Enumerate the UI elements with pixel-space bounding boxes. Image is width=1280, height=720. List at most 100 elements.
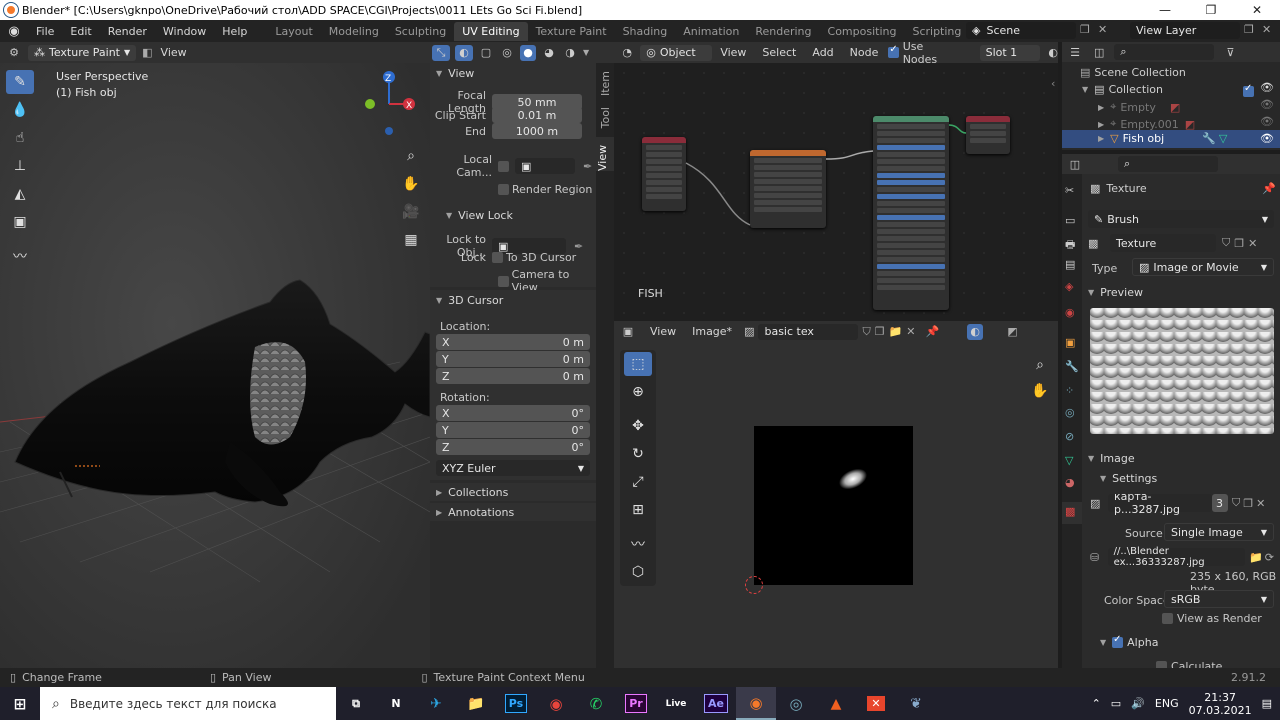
- chevron-down-icon[interactable]: ▼: [583, 48, 589, 57]
- close-icon[interactable]: ✕: [1234, 0, 1280, 20]
- scene-tab-icon[interactable]: ◈: [1065, 280, 1073, 293]
- outliner-item-empty-001[interactable]: ▶ ⌖ Empty.001 ◩: [1098, 117, 1195, 131]
- mode-selector[interactable]: ⁂ Texture Paint ▼: [28, 44, 137, 61]
- camera-view-icon[interactable]: 🎥: [400, 198, 422, 226]
- overlay-toggle-icon[interactable]: ◐: [455, 44, 473, 61]
- menu-window[interactable]: Window: [155, 25, 214, 38]
- tab-scripting[interactable]: Scripting: [904, 22, 969, 41]
- tab-texture-paint[interactable]: Texture Paint: [528, 22, 615, 41]
- delete-scene-icon[interactable]: ✕: [1098, 23, 1107, 36]
- tab-modeling[interactable]: Modeling: [321, 22, 387, 41]
- texture-type-dropdown[interactable]: ▨ Image or Movie ▼: [1132, 258, 1274, 276]
- fake-user-icon[interactable]: ⛉: [1222, 236, 1230, 250]
- collections-panel-header[interactable]: ▶ Collections: [430, 483, 596, 501]
- fake-user-icon[interactable]: ⛉: [862, 325, 870, 339]
- select-tool[interactable]: ⬚: [624, 352, 652, 376]
- telegram-icon[interactable]: ✈: [416, 687, 456, 720]
- material-tab-icon[interactable]: ◕: [1065, 476, 1075, 489]
- tab-item[interactable]: Item: [599, 71, 612, 96]
- menu-file[interactable]: File: [28, 25, 62, 38]
- pan-hand-icon[interactable]: ✋: [400, 170, 422, 198]
- sidebar-toggle-icon[interactable]: ‹: [1051, 77, 1055, 90]
- filter-icon[interactable]: ⊽: [1226, 46, 1234, 59]
- windows-start-icon[interactable]: ⊞: [0, 687, 40, 720]
- new-scene-icon[interactable]: ❐: [1080, 23, 1090, 36]
- app-leaf-icon[interactable]: ❦: [896, 687, 936, 720]
- view-layer-tab-icon[interactable]: ▤: [1065, 258, 1075, 271]
- texture-tab-icon[interactable]: ▩: [1062, 502, 1082, 524]
- file-explorer-icon[interactable]: 📁: [456, 687, 496, 720]
- image-image-menu[interactable]: Image*: [684, 325, 740, 338]
- ortho-grid-icon[interactable]: ▦: [400, 226, 422, 254]
- shading-solid-icon[interactable]: ●: [520, 44, 536, 61]
- tab-view[interactable]: View: [596, 137, 614, 171]
- clip-end-field[interactable]: 1000 m: [492, 123, 582, 139]
- language-indicator[interactable]: ENG: [1155, 697, 1179, 710]
- particles-tab-icon[interactable]: ⁘: [1065, 384, 1074, 397]
- new-image-icon[interactable]: ❐: [1243, 497, 1253, 510]
- calculate-checkbox[interactable]: [1156, 661, 1167, 668]
- cursor-location-z[interactable]: Z0 m: [436, 368, 590, 384]
- camera-to-view-checkbox[interactable]: [498, 275, 509, 287]
- lock-to-3d-cursor-checkbox[interactable]: [492, 252, 503, 263]
- shading-material-icon[interactable]: ◕: [541, 45, 557, 61]
- app-x-icon[interactable]: ✕: [856, 687, 896, 720]
- draw-brush-tool[interactable]: ✎: [6, 70, 34, 94]
- node-node-menu[interactable]: Node: [842, 46, 887, 59]
- outliner-collection[interactable]: ▼ ▤ Collection: [1082, 83, 1163, 96]
- display-mode-icon[interactable]: ◫: [1094, 46, 1104, 59]
- folder-icon[interactable]: 📁: [1249, 551, 1263, 564]
- unlink-texture-icon[interactable]: ✕: [1248, 237, 1257, 250]
- open-image-icon[interactable]: 📁: [889, 325, 903, 338]
- zoom-icon[interactable]: ⌕: [1030, 352, 1050, 378]
- render-region-checkbox[interactable]: [498, 184, 509, 195]
- zoom-icon[interactable]: ⌕: [400, 142, 422, 170]
- node-select-menu[interactable]: Select: [754, 46, 804, 59]
- 3d-cursor-panel-header[interactable]: ▼ 3D Cursor: [430, 290, 596, 310]
- 2d-cursor-icon[interactable]: [745, 576, 763, 594]
- soften-tool[interactable]: 💧: [6, 98, 34, 122]
- scene-selector[interactable]: ◈ Scene: [966, 22, 1076, 39]
- image-browse-icon[interactable]: ▨: [1090, 497, 1108, 510]
- clock[interactable]: 21:37 07.03.2021: [1189, 691, 1252, 717]
- editor-type-icon[interactable]: ◔: [614, 46, 640, 59]
- view-layer-selector[interactable]: View Layer: [1130, 22, 1240, 39]
- cursor-rotation-z[interactable]: Z 0°: [436, 439, 590, 455]
- smear-tool[interactable]: ☝: [6, 126, 34, 150]
- network-icon[interactable]: ▭: [1111, 697, 1121, 710]
- local-camera-checkbox[interactable]: [498, 160, 509, 172]
- render-tab-icon[interactable]: ▭: [1065, 214, 1075, 227]
- notion-icon[interactable]: N: [376, 687, 416, 720]
- view-as-render-checkbox[interactable]: [1162, 613, 1173, 624]
- view-lock-expand-icon[interactable]: ▼: [446, 211, 452, 220]
- new-image-icon[interactable]: ❐: [875, 325, 885, 338]
- volume-icon[interactable]: 🔊: [1131, 697, 1145, 710]
- material-browse-icon[interactable]: ◐: [1048, 46, 1058, 59]
- pin-icon[interactable]: 📌: [926, 325, 940, 338]
- alpha-subpanel-header[interactable]: ▼Alpha: [1100, 634, 1158, 649]
- obs-icon[interactable]: ◎: [776, 687, 816, 720]
- pin-icon[interactable]: 📌: [1262, 182, 1276, 195]
- viewport-3d[interactable]: ✎ 💧 ☝ ⊥ ◭ ▣ 〰 User Perspective (1) Fish …: [0, 42, 430, 668]
- use-nodes-checkbox[interactable]: [888, 44, 899, 58]
- visibility-eye-icon[interactable]: 👁: [1260, 81, 1274, 94]
- navigation-gizmo[interactable]: Z X: [360, 70, 420, 140]
- image-editor-canvas[interactable]: ⬚ ⊕ ✥ ↻ ⤢ ⊞ 〰 ⬡ ⌕ ✋: [614, 342, 1058, 668]
- world-tab-icon[interactable]: ◉: [1065, 306, 1075, 319]
- viewport-view-menu[interactable]: View: [153, 46, 195, 59]
- app-flame-icon[interactable]: ▲: [816, 687, 856, 720]
- blender-taskbar-icon[interactable]: ◉: [736, 687, 776, 720]
- image-browse-icon[interactable]: ▨: [744, 325, 754, 338]
- tab-compositing[interactable]: Compositing: [820, 22, 905, 41]
- texture-user-selector[interactable]: ✎ Brush ▼: [1088, 210, 1274, 228]
- tool-tab-icon[interactable]: ✂: [1065, 184, 1074, 197]
- outliner-search-input[interactable]: ⌕: [1114, 44, 1215, 60]
- chrome-icon[interactable]: ◉: [536, 687, 576, 720]
- annotate-tool[interactable]: 〰: [624, 532, 652, 556]
- editor-type-icon[interactable]: ▣: [614, 325, 642, 338]
- annotations-panel-header[interactable]: ▶ Annotations: [430, 503, 596, 521]
- minimize-icon[interactable]: —: [1142, 0, 1188, 20]
- reload-icon[interactable]: ⟳: [1265, 551, 1274, 564]
- image-view-menu[interactable]: View: [642, 325, 684, 338]
- annotate-tool[interactable]: 〰: [6, 244, 34, 268]
